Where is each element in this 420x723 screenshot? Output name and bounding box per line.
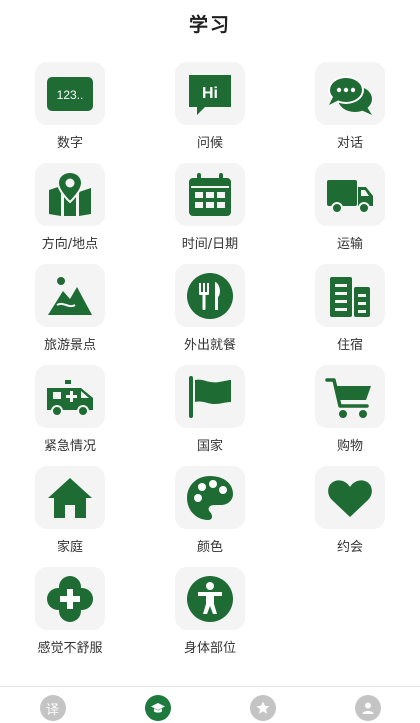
translate-icon: 译 xyxy=(39,695,66,721)
category-label: 购物 xyxy=(336,439,363,454)
bottom-tab-bar: 译 xyxy=(0,686,420,723)
category-dining[interactable]: 外出就餐 xyxy=(140,264,280,365)
tab-translate[interactable]: 译 xyxy=(0,687,105,723)
category-body-parts[interactable]: 身体部位 xyxy=(140,567,280,668)
flag-icon xyxy=(189,375,231,418)
category-tile xyxy=(35,163,105,226)
category-tile xyxy=(175,466,245,529)
category-colors[interactable]: 颜色 xyxy=(140,466,280,567)
graduation-cap-icon xyxy=(144,695,171,721)
category-tile xyxy=(175,264,245,327)
svg-text:123..: 123.. xyxy=(57,88,84,102)
category-label: 颜色 xyxy=(196,540,223,555)
category-directions[interactable]: 方向/地点 xyxy=(0,163,140,264)
user-icon xyxy=(354,695,381,721)
svg-text:Hi: Hi xyxy=(202,85,218,102)
star-icon xyxy=(249,695,276,721)
chat-bubbles-icon xyxy=(328,75,372,115)
category-tile xyxy=(175,365,245,428)
category-conversation[interactable]: 对话 xyxy=(280,62,420,163)
palette-icon xyxy=(187,475,233,520)
category-family[interactable]: 家庭 xyxy=(0,466,140,567)
category-tile xyxy=(175,567,245,630)
body-icon xyxy=(187,575,233,622)
category-label: 方向/地点 xyxy=(41,237,99,252)
map-pin-icon xyxy=(49,170,91,216)
home-icon xyxy=(48,477,92,518)
category-feeling-unwell[interactable]: 感觉不舒服 xyxy=(0,567,140,668)
landscape-icon xyxy=(48,276,92,315)
ambulance-icon xyxy=(47,379,93,417)
category-grid: 123.. 数字 Hi 问候 对话 方向/地点 时间/日期 运输 旅游景点 外出… xyxy=(0,62,420,668)
category-greetings[interactable]: Hi 问候 xyxy=(140,62,280,163)
category-label: 外出就餐 xyxy=(183,338,236,353)
category-tile xyxy=(35,365,105,428)
category-tile xyxy=(315,466,385,529)
health-cross-icon xyxy=(47,575,93,622)
category-label: 对话 xyxy=(336,136,363,151)
page-title: 学习 xyxy=(188,14,231,36)
category-tile xyxy=(35,567,105,630)
category-shopping[interactable]: 购物 xyxy=(280,365,420,466)
category-tile: 123.. xyxy=(35,62,105,125)
category-label: 感觉不舒服 xyxy=(37,641,103,656)
tab-profile[interactable] xyxy=(315,687,420,723)
category-numbers[interactable]: 123.. 数字 xyxy=(0,62,140,163)
tab-learn[interactable] xyxy=(105,687,210,723)
tab-favorites[interactable] xyxy=(210,687,315,723)
category-tile xyxy=(175,163,245,226)
category-tile: Hi xyxy=(175,62,245,125)
category-emergency[interactable]: 紧急情况 xyxy=(0,365,140,466)
category-label: 家庭 xyxy=(56,540,83,555)
greeting-bubble-icon: Hi xyxy=(189,74,231,115)
category-label: 问候 xyxy=(196,136,223,151)
category-sightseeing[interactable]: 旅游景点 xyxy=(0,264,140,365)
category-label: 旅游景点 xyxy=(43,338,96,353)
category-lodging[interactable]: 住宿 xyxy=(280,264,420,365)
truck-icon xyxy=(327,179,373,214)
category-label: 数字 xyxy=(56,136,83,151)
shopping-cart-icon xyxy=(325,377,371,418)
calendar-icon xyxy=(189,172,231,216)
category-countries[interactable]: 国家 xyxy=(140,365,280,466)
building-icon xyxy=(330,276,370,317)
category-dating[interactable]: 约会 xyxy=(280,466,420,567)
category-tile xyxy=(315,62,385,125)
category-label: 身体部位 xyxy=(183,641,236,656)
category-transport[interactable]: 运输 xyxy=(280,163,420,264)
category-label: 时间/日期 xyxy=(181,237,239,252)
category-label: 住宿 xyxy=(336,338,363,353)
category-tile xyxy=(315,264,385,327)
category-time-date[interactable]: 时间/日期 xyxy=(140,163,280,264)
number-icon: 123.. xyxy=(47,76,93,111)
fork-knife-icon xyxy=(187,272,233,319)
heart-icon xyxy=(328,479,372,517)
category-label: 运输 xyxy=(336,237,363,252)
category-label: 国家 xyxy=(196,439,223,454)
category-tile xyxy=(315,365,385,428)
category-tile xyxy=(315,163,385,226)
category-label: 约会 xyxy=(336,540,363,555)
category-tile xyxy=(35,466,105,529)
category-label: 紧急情况 xyxy=(43,439,96,454)
category-tile xyxy=(35,264,105,327)
